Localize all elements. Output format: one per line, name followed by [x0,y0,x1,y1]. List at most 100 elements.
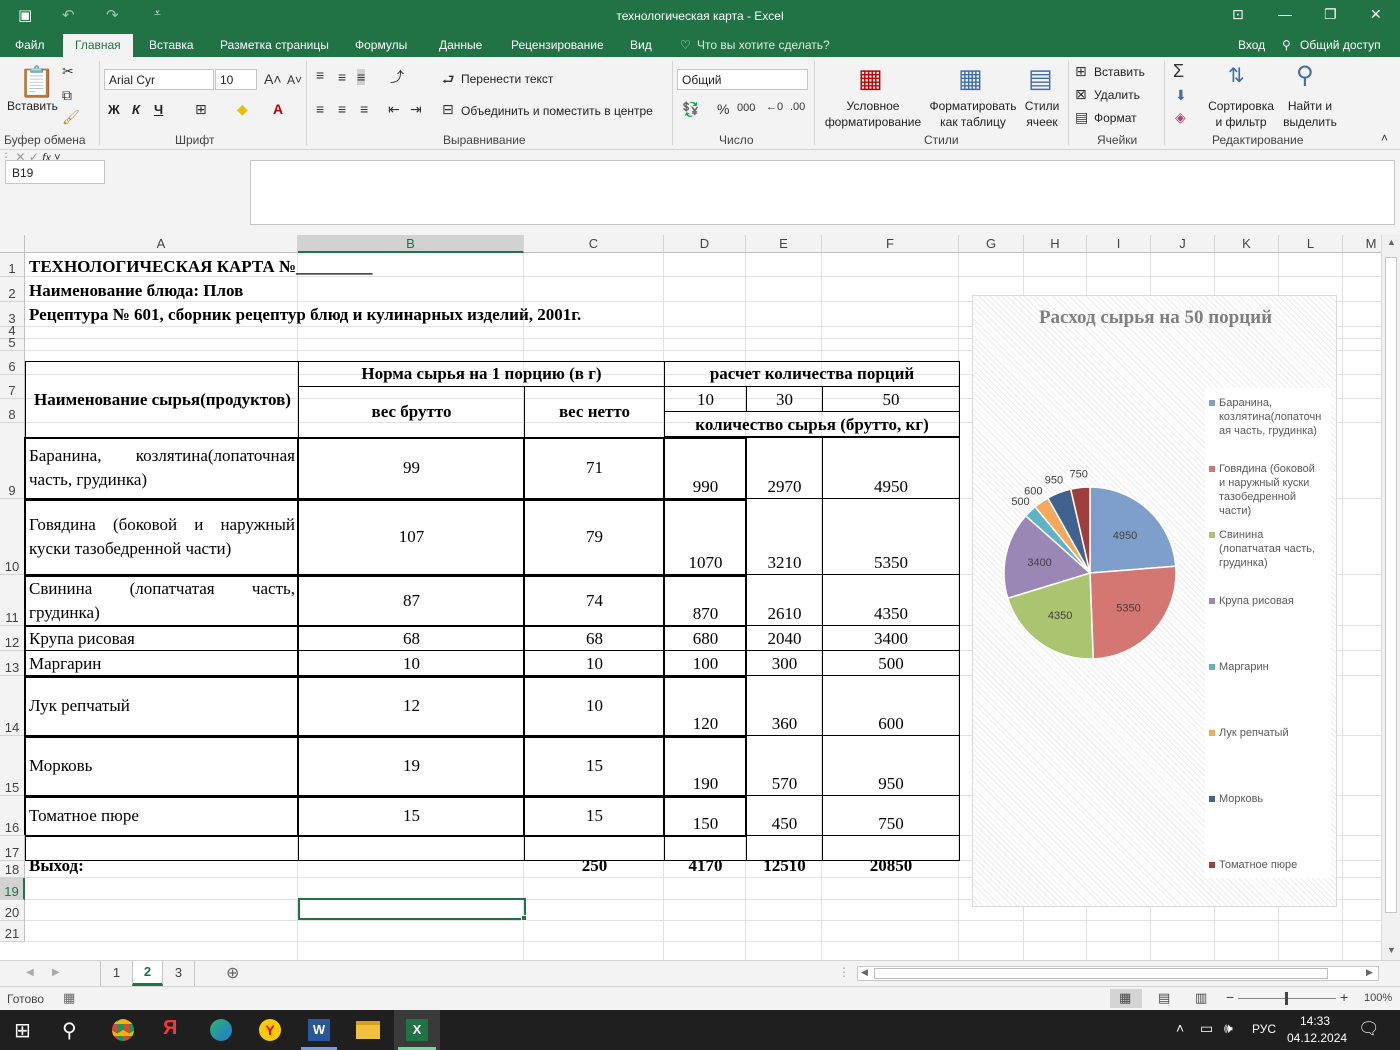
sheet-title-1[interactable]: ТЕХНОЛОГИЧЕСКАЯ КАРТА №_________ [29,256,729,278]
borders-icon[interactable]: ⊞ [195,101,207,118]
portion-e-cell[interactable]: 570 [747,772,822,795]
portion-d-cell[interactable]: 990 [665,475,746,498]
prev-sheet-icon[interactable]: ◀ [26,967,34,978]
tab-formulas[interactable]: Формулы [355,38,407,52]
portion-d-cell[interactable]: 1070 [665,551,746,574]
conditional-format-icon[interactable]: ▦ [858,63,883,94]
column-header[interactable]: K [1215,235,1279,253]
file-explorer-icon[interactable] [356,1021,380,1039]
yandex-icon[interactable]: Я [163,1017,177,1040]
row-header[interactable]: 2 [0,277,25,302]
format-painter-icon[interactable]: 🖌 [62,109,80,126]
tab-splitter-icon[interactable]: ⋮ [838,965,850,979]
netto-cell[interactable]: 71 [525,437,664,499]
formula-input[interactable] [250,160,1395,225]
brutto-cell[interactable]: 12 [299,676,524,736]
signin-link[interactable]: Вход [1238,38,1265,52]
product-name-cell[interactable]: Томатное пюре [29,796,295,836]
row-header[interactable]: 12 [0,626,25,651]
normal-view-icon[interactable]: ▦ [1119,990,1131,1006]
align-top-icon[interactable]: ≡ [316,67,324,83]
network-icon[interactable]: ▭ [1200,1020,1213,1037]
clear-icon[interactable]: ◈ [1175,109,1186,126]
netto-cell[interactable]: 10 [525,676,664,736]
cell-styles-button[interactable]: Стили ячеек [1017,98,1067,130]
vertical-scrollbar[interactable]: ▲ ▼ [1381,235,1400,960]
header-netto[interactable]: вес нетто [525,388,664,436]
tab-file[interactable]: Файл [15,38,45,52]
header-calc[interactable]: расчет количества порций [665,363,959,385]
sort-filter-icon[interactable]: ⇅ [1228,63,1245,88]
next-sheet-icon[interactable]: ▶ [52,967,60,978]
row-header[interactable]: 16 [0,796,25,836]
sheet-title-3[interactable]: Рецептура № 601, сборник рецептур блюд и… [29,304,929,326]
cut-icon[interactable]: ✂ [62,63,74,80]
tell-me-input[interactable]: Что вы хотите сделать? [697,38,830,52]
clock-date[interactable]: 04.12.2024 [1287,1031,1347,1045]
row-header[interactable]: 18 [0,861,25,878]
find-select-icon[interactable]: ⚲ [1296,61,1314,90]
portion-e-cell[interactable]: 2610 [747,602,822,625]
scroll-left-icon[interactable]: ◀ [861,967,868,978]
product-name-cell[interactable]: Лук репчатый [29,676,295,736]
row-header[interactable]: 9 [0,423,25,499]
copy-icon[interactable]: ⧉ [62,87,72,104]
insert-cells-button[interactable]: Вставить [1094,65,1145,79]
row-header[interactable]: 5 [0,335,25,351]
portion-d-cell[interactable]: 150 [665,812,746,835]
align-center-icon[interactable]: ≡ [338,101,346,117]
fill-icon[interactable]: ⬇ [1175,87,1187,104]
increase-indent-icon[interactable]: ⇥ [410,101,422,118]
product-name-cell[interactable]: Крупа рисовая [29,626,295,651]
percent-icon[interactable]: % [717,101,729,117]
select-all-corner[interactable] [0,235,25,253]
orientation-icon[interactable]: ⤴ [390,67,404,87]
restore-button[interactable]: ❐ [1324,6,1337,23]
decrease-indent-icon[interactable]: ⇤ [388,101,400,118]
portion-d-cell[interactable]: 680 [665,626,746,651]
portion-f-cell[interactable]: 500 [823,651,959,676]
zoom-in-icon[interactable]: + [1340,989,1348,1005]
share-button[interactable]: Общий доступ [1300,38,1381,52]
header-portions-50[interactable]: 50 [823,389,959,411]
column-header[interactable]: B [298,235,524,253]
total-f[interactable]: 20850 [823,854,959,877]
excel-icon[interactable]: X [406,1019,428,1041]
align-left-icon[interactable]: ≡ [316,101,324,117]
sheet-tab-2[interactable]: 2 [132,961,163,986]
sheet-tab-1[interactable]: 1 [100,961,132,986]
header-qty[interactable]: количество сырья (брутто, кг) [665,413,959,436]
total-e[interactable]: 12510 [747,854,822,877]
header-portions-30[interactable]: 30 [747,389,822,411]
zoom-out-icon[interactable]: − [1226,989,1234,1005]
horizontal-scrollbar[interactable]: ◀ ▶ [857,966,1379,981]
windows-start-icon[interactable]: ⊞ [14,1018,31,1043]
increase-decimal-icon[interactable]: ←0 [766,101,783,113]
row-header[interactable]: 11 [0,575,25,626]
cell-styles-icon[interactable]: ▤ [1028,63,1053,94]
portion-d-cell[interactable]: 120 [665,712,746,735]
brutto-cell[interactable]: 99 [299,437,524,499]
product-name-cell[interactable]: Свинина (лопатчатая часть, грудинка) [29,575,295,626]
add-sheet-icon[interactable]: ⊕ [226,963,239,983]
row-header[interactable]: 10 [0,499,25,575]
row-header[interactable]: 15 [0,736,25,796]
netto-cell[interactable]: 15 [525,736,664,796]
paste-button[interactable]: Вставить [7,99,58,113]
total-label[interactable]: Выход: [29,854,297,877]
fill-handle[interactable] [521,915,527,921]
edge-icon[interactable] [210,1019,232,1041]
align-bottom-icon[interactable]: ≡ [357,69,366,85]
zoom-slider-thumb[interactable] [1285,992,1288,1005]
product-name-cell[interactable]: Баранина, козлятина(лопаточная часть, гр… [29,437,295,499]
notifications-icon[interactable]: 🗨 [1358,1019,1380,1039]
bold-button[interactable]: Ж [108,102,120,117]
row-header[interactable]: 1 [0,253,25,277]
portion-f-cell[interactable]: 750 [823,812,959,835]
portion-e-cell[interactable]: 3210 [747,551,822,574]
netto-cell[interactable]: 68 [525,626,664,651]
brutto-cell[interactable]: 10 [299,651,524,676]
name-box[interactable]: B19 [5,160,105,184]
portion-f-cell[interactable]: 3400 [823,626,959,651]
format-cells-button[interactable]: Формат [1094,111,1137,125]
